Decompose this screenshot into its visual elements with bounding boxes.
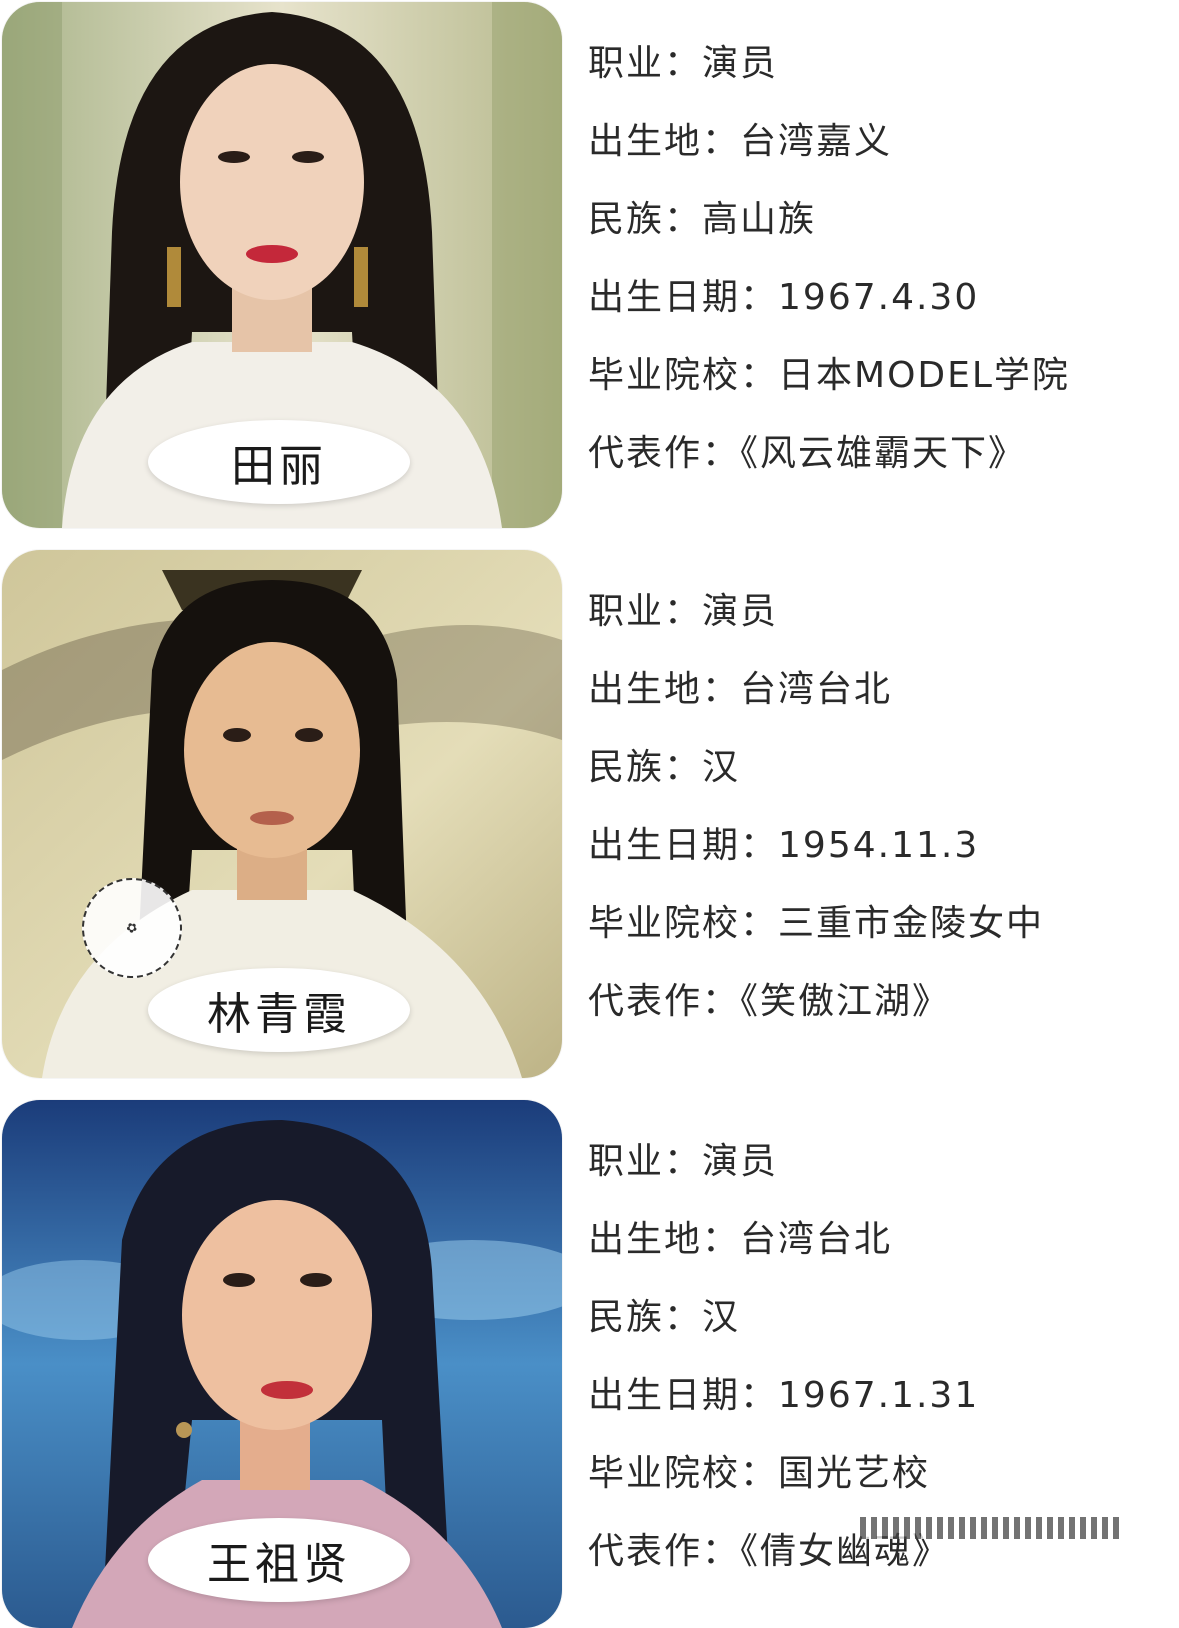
info-row-school: 毕业院校：三重市金陵女中 — [588, 903, 1045, 944]
info-row-representative-work: 代表作：《笑傲江湖》 — [588, 981, 951, 1022]
info-row-school: 毕业院校：日本MODEL学院 — [588, 355, 1070, 396]
actress-name-label: 林青霞 — [148, 968, 410, 1052]
info-row-occupation: 职业：演员 — [588, 1141, 779, 1182]
info-row-occupation: 职业：演员 — [588, 591, 779, 632]
info-list: 职业：演员 出生地：台湾台北 民族：汉 出生日期：1954.11.3 毕业院校：… — [588, 586, 1176, 1054]
info-row-occupation: 职业：演员 — [588, 43, 779, 84]
info-list: 职业：演员 出生地：台湾嘉义 民族：高山族 出生日期：1967.4.30 毕业院… — [588, 38, 1176, 506]
actress-name-label: 王祖贤 — [148, 1518, 410, 1602]
info-row-birthdate: 出生日期：1967.1.31 — [588, 1375, 980, 1416]
info-row-ethnicity: 民族：汉 — [588, 747, 741, 788]
actress-card-2: ✿ 林青霞 职业：演员 出生地：台湾台北 民族：汉 出生日期：1954.11.3… — [0, 548, 1179, 1078]
info-row-birthdate: 出生日期：1954.11.3 — [588, 825, 980, 866]
info-row-representative-work: 代表作：《风云雄霸天下》 — [588, 433, 1027, 474]
info-row-birthplace: 出生地：台湾台北 — [588, 669, 893, 710]
info-row-school: 毕业院校：国光艺校 — [588, 1453, 931, 1494]
actress-card-1: 田丽 职业：演员 出生地：台湾嘉义 民族：高山族 出生日期：1967.4.30 … — [0, 0, 1179, 528]
info-row-birthplace: 出生地：台湾台北 — [588, 1219, 893, 1260]
info-row-birthdate: 出生日期：1967.4.30 — [588, 277, 980, 318]
actress-card-3: 王祖贤 职业：演员 出生地：台湾台北 民族：汉 出生日期：1967.1.31 毕… — [0, 1098, 1179, 1628]
info-row-ethnicity: 民族：高山族 — [588, 199, 817, 240]
info-row-birthplace: 出生地：台湾嘉义 — [588, 121, 893, 162]
actress-name-label: 田丽 — [148, 420, 410, 504]
info-row-ethnicity: 民族：汉 — [588, 1297, 741, 1338]
watermark-overlay — [860, 1517, 1120, 1539]
